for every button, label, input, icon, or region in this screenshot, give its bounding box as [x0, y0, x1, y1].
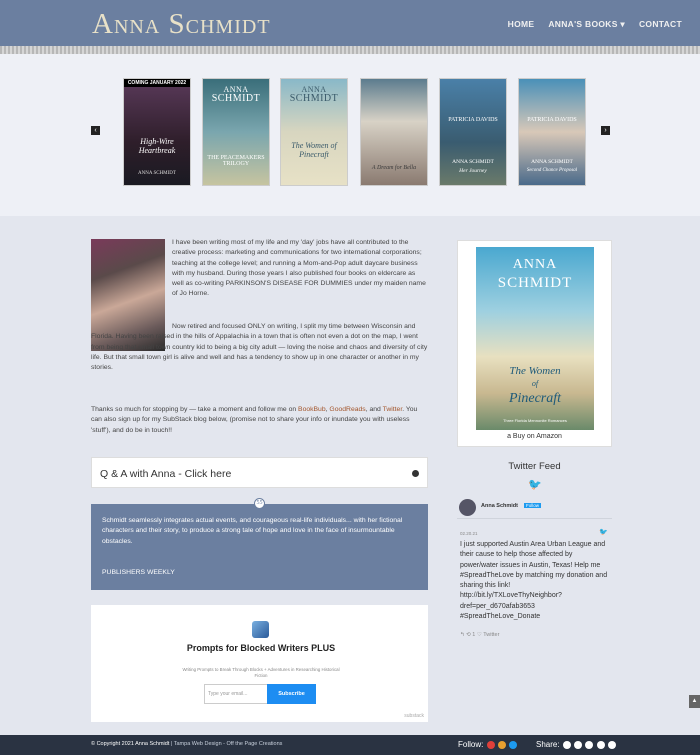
book-title: THE PEACEMAKERS TRILOGY — [207, 155, 265, 167]
book-carousel: ‹ › COMING JANUARY 2022 High-Wire Heartb… — [0, 54, 700, 216]
book-title: Second Chance Proposal — [526, 168, 578, 173]
tweet-header: Anna Schmidt Follow — [457, 494, 612, 519]
email-icon[interactable] — [607, 740, 616, 749]
substack-logo-icon — [252, 621, 269, 638]
substack-footer[interactable]: substack — [404, 713, 424, 719]
book-author-surname: SCHMIDT — [289, 93, 339, 104]
follow-button[interactable]: Follow — [524, 503, 542, 508]
twitter-link[interactable]: Twitter — [383, 406, 403, 413]
carousel-book-4[interactable]: A Dream for Bella — [360, 78, 428, 186]
quote-icon: 55 — [254, 498, 265, 509]
testimonial: 55 Schmidt seamlessly integrates actual … — [91, 498, 428, 590]
bio-paragraph-3: Thanks so much for stopping by — take a … — [91, 406, 418, 434]
tweet-author[interactable]: Anna Schmidt — [481, 503, 518, 509]
book-title: Her Journey — [459, 168, 487, 174]
featured-book[interactable]: ANNA SCHMIDT The Women of Pinecraft Thre… — [457, 240, 612, 447]
bookbub-link[interactable]: BookBub — [298, 406, 326, 413]
book-author: PATRICIA DAVIDS — [448, 117, 498, 123]
carousel-book-3[interactable]: ANNA SCHMIDT The Women of Pinecraft — [280, 78, 348, 186]
pinterest-icon[interactable] — [585, 740, 594, 749]
site-logo[interactable]: Anna Schmidt — [92, 8, 271, 41]
bio-text: I have been writing most of my life and … — [172, 238, 428, 307]
bookbub-icon[interactable] — [486, 740, 495, 749]
nav-annas-books[interactable]: ANNA'S BOOKS ▾ — [548, 19, 625, 30]
bio-paragraph-2-wrap: Now retired and focused ONLY on writing,… — [91, 322, 429, 373]
chevron-down-icon: ▾ — [620, 19, 625, 29]
book-coauthor: ANNA SCHMIDT — [531, 159, 573, 165]
nav-home[interactable]: HOME — [508, 19, 535, 30]
twitter-share-icon[interactable] — [574, 740, 583, 749]
goodreads-icon[interactable] — [497, 740, 506, 749]
carousel-book-2[interactable]: ANNA SCHMIDT THE PEACEMAKERS TRILOGY — [202, 78, 270, 186]
testimonial-source: PUBLISHERS WEEKLY — [102, 569, 175, 576]
copyright: © Copyright 2021 Anna Schmidt | Tampa We… — [91, 741, 283, 747]
carousel-prev-button[interactable]: ‹ — [91, 126, 100, 135]
facebook-icon[interactable] — [562, 740, 571, 749]
book-author: ANNA SCHMIDT — [138, 171, 176, 176]
substack-title: Prompts for Blocked Writers PLUS — [186, 643, 336, 653]
goodreads-link[interactable]: GoodReads — [329, 406, 365, 413]
bio-paragraph-2: Now retired and focused ONLY on writing,… — [91, 323, 428, 372]
twitter-feed-title: Twitter Feed — [508, 461, 561, 472]
twitter-icon[interactable] — [509, 740, 518, 749]
email-field[interactable]: Type your email... — [204, 684, 267, 704]
linkedin-icon[interactable] — [596, 740, 605, 749]
site-footer: © Copyright 2021 Anna Schmidt | Tampa We… — [0, 735, 700, 755]
carousel-next-button[interactable]: › — [601, 126, 610, 135]
bio-paragraph-1: I have been writing most of my life and … — [172, 239, 426, 298]
testimonial-text: Schmidt seamlessly integrates actual eve… — [102, 517, 403, 545]
book-title: High-Wire Heartbreak — [138, 137, 176, 155]
featured-book-cover[interactable]: ANNA SCHMIDT The Women of Pinecraft Thre… — [476, 247, 594, 430]
substack-subtitle: Writing Prompts to Break Through Blocks … — [182, 667, 340, 678]
header-divider — [0, 46, 700, 54]
substack-embed: Prompts for Blocked Writers PLUS Writing… — [91, 605, 428, 722]
expand-icon — [412, 470, 419, 477]
tweet-text: I just supported Austin Area Urban Leagu… — [460, 541, 608, 621]
book-author-surname: SCHMIDT — [211, 93, 261, 104]
buy-on-amazon-link[interactable]: a Buy on Amazon — [458, 433, 611, 440]
avatar[interactable] — [459, 499, 476, 516]
credit-link[interactable]: | Tampa Web Design - Off the Page Creati… — [169, 741, 283, 747]
coming-soon-badge: COMING JANUARY 2022 — [124, 79, 190, 87]
carousel-book-5[interactable]: PATRICIA DAVIDS ANNA SCHMIDT Her Journey — [439, 78, 507, 186]
carousel-book-1[interactable]: COMING JANUARY 2022 High-Wire Heartbreak… — [123, 78, 191, 186]
nav-contact[interactable]: CONTACT — [639, 19, 682, 30]
share-links: Share: — [536, 740, 616, 749]
twitter-feed: Anna Schmidt Follow 02.20.21 🐦 I just su… — [457, 494, 612, 649]
twitter-icon: 🐦 — [528, 479, 542, 491]
subscribe-button[interactable]: Subscribe — [267, 684, 316, 704]
scroll-to-top-button[interactable]: ▲ — [689, 695, 700, 708]
qa-title: Q & A with Anna - Click here — [100, 468, 232, 480]
carousel-book-6[interactable]: PATRICIA DAVIDS ANNA SCHMIDT Second Chan… — [518, 78, 586, 186]
main-nav: HOME ANNA'S BOOKS ▾ CONTACT — [508, 19, 682, 30]
tweet-actions[interactable]: ↰ ⟲ 1 ♡ Twitter — [460, 632, 499, 638]
book-coauthor: ANNA SCHMIDT — [452, 159, 494, 165]
book-title: The Women of Pinecraft — [291, 141, 337, 159]
twitter-bird-icon[interactable]: 🐦 — [599, 528, 608, 536]
follow-links: Follow: — [458, 740, 518, 749]
book-title: A Dream for Bella — [371, 165, 417, 171]
book-author: PATRICIA DAVIDS — [527, 117, 577, 123]
qa-accordion[interactable]: Q & A with Anna - Click here — [91, 457, 428, 488]
tweet-date[interactable]: 02.20.21 — [460, 531, 478, 536]
site-header: Anna Schmidt HOME ANNA'S BOOKS ▾ CONTACT — [0, 0, 700, 46]
